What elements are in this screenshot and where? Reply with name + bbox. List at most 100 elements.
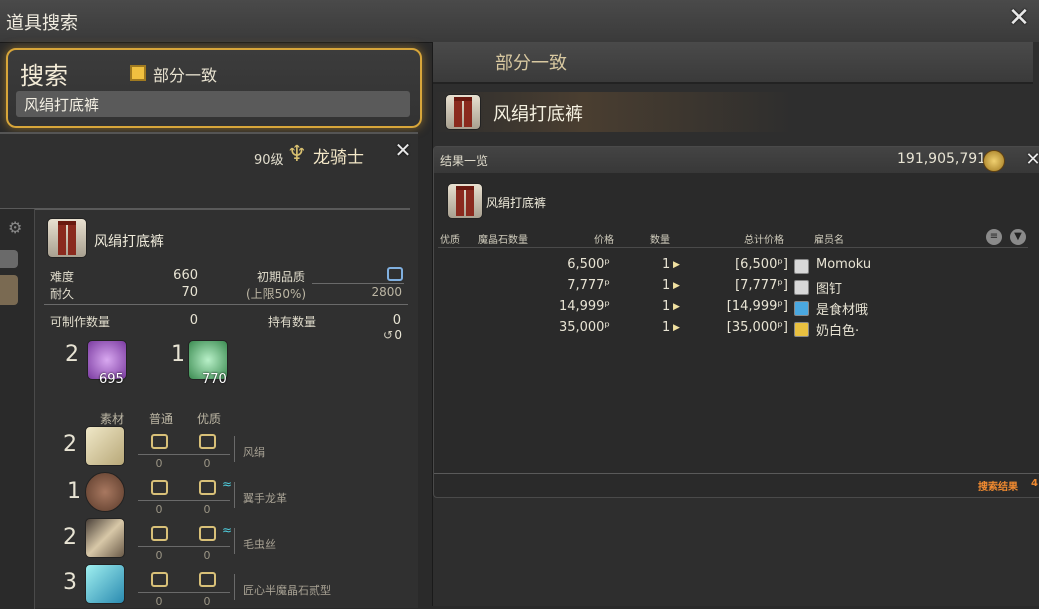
durability-label: 耐久 (50, 287, 75, 301)
play-icon: ▶ (673, 281, 680, 291)
nq-checkbox[interactable] (151, 480, 168, 495)
mat-need: 3 (63, 570, 77, 595)
hq-header: 优质 (197, 412, 222, 426)
market-item-name: 风绢打底裤 (493, 104, 583, 125)
close-icon[interactable]: ✕ (390, 138, 416, 164)
materia-icon[interactable] (85, 564, 125, 604)
nq-count: 0 (155, 503, 163, 516)
retainer-class-icon (794, 301, 809, 316)
listing-row[interactable]: 14,999ᵖ 1 ▶ [14,999ᵖ] 是食材哦 (434, 299, 1034, 320)
sidebar-tab[interactable] (0, 250, 18, 268)
hq-marker-icon: ≈ (222, 477, 233, 491)
search-panel: 搜索 部分一致 风绢打底裤 (6, 48, 422, 128)
gear-icon[interactable]: ⚙ (8, 218, 22, 237)
play-icon: ▶ (673, 302, 680, 312)
market-header: 部分一致 (433, 42, 1033, 84)
listing-qty: 1 (662, 320, 671, 335)
listing-row[interactable]: 7,777ᵖ 1 ▶ [7,777ᵖ] 图钉 (434, 278, 1034, 299)
craftable-label: 可制作数量 (50, 315, 111, 329)
listing-qty: 1 (662, 299, 671, 314)
results-header: 结果一览 191,905,791 ✕ (434, 147, 1039, 173)
mat-name: 风绢 (243, 446, 265, 459)
hq-checkbox[interactable] (199, 480, 216, 495)
sort-icon[interactable]: ≡ (986, 229, 1002, 245)
hq-checkbox[interactable] (199, 572, 216, 587)
owned-label: 持有数量 (268, 315, 317, 329)
job-name: 龙骑士 (313, 148, 364, 168)
wyvern-leather-icon[interactable] (85, 472, 125, 512)
owned-value: 0 (392, 313, 401, 328)
listing-retainer: Momoku (816, 257, 872, 272)
search-input[interactable]: 风绢打底裤 (16, 91, 410, 117)
listing-row[interactable]: 6,500ᵖ 1 ▶ [6,500ᵖ] Momoku (434, 257, 1034, 278)
nq-count: 0 (155, 595, 163, 608)
listing-price: 6,500ᵖ (567, 257, 610, 272)
close-icon[interactable]: ✕ (1006, 5, 1032, 32)
col-materia[interactable]: 魔晶石数量 (478, 231, 528, 246)
item-icon (447, 183, 483, 219)
mat-separator (234, 436, 235, 462)
partial-match-checkbox[interactable] (130, 65, 146, 81)
header-divider (438, 247, 1028, 248)
listing-qty: 1 (662, 278, 671, 293)
item-icon (47, 218, 87, 258)
mat-underline (138, 454, 230, 455)
quality-cap-value: 2800 (371, 285, 402, 299)
dragoon-job-icon: ♆ (287, 142, 307, 167)
durability-value: 70 (181, 285, 198, 300)
col-qty[interactable]: 数量 (650, 231, 670, 246)
craftable-value: 0 (189, 313, 198, 328)
silk-thread-icon[interactable] (85, 518, 125, 558)
crystal-have: 695 (99, 372, 124, 387)
stats-divider (44, 304, 408, 305)
job-level: 90级 (254, 153, 284, 168)
listing-retainer: 是食材哦 (816, 303, 869, 318)
mat-need: 1 (67, 479, 81, 504)
quality-input[interactable] (387, 267, 403, 281)
search-results-label: 搜索结果 (978, 482, 1018, 493)
hq-checkbox[interactable] (199, 526, 216, 541)
crafting-sidebar (0, 209, 35, 609)
mat-underline (138, 592, 230, 593)
col-total[interactable]: 总计价格 (744, 231, 784, 246)
listing-row[interactable]: 35,000ᵖ 1 ▶ [35,000ᵖ] 奶白色· (434, 320, 1034, 341)
nq-checkbox[interactable] (151, 434, 168, 449)
col-hq[interactable]: 优质 (440, 231, 460, 246)
nq-checkbox[interactable] (151, 526, 168, 541)
col-price[interactable]: 价格 (594, 231, 614, 246)
hq-count: 0 (203, 549, 211, 562)
gil-coin-icon (983, 150, 1005, 172)
crystal-need: 2 (65, 342, 79, 367)
crafting-log-panel: 90级 ♆ 龙骑士 ✕ ⚙ 风绢打底裤 难度 660 耐久 70 初期品质 (上… (0, 132, 418, 609)
sidebar-tab-active[interactable] (0, 275, 18, 305)
listing-total: [14,999ᵖ] (726, 299, 788, 314)
listing-price: 14,999ᵖ (558, 299, 610, 314)
retainer-class-icon (794, 259, 809, 274)
hq-marker-icon: ≈ (222, 523, 233, 537)
nq-checkbox[interactable] (151, 572, 168, 587)
col-retainer[interactable]: 雇员名 (814, 231, 844, 246)
market-item-row[interactable]: 风绢打底裤 (433, 92, 1033, 132)
partial-match-label: 部分一致 (153, 66, 218, 85)
owned-sub-value: 0 (394, 328, 402, 342)
hq-count: 0 (203, 595, 211, 608)
mat-separator (234, 574, 235, 600)
listing-retainer: 图钉 (816, 282, 843, 297)
retainer-class-icon (794, 280, 809, 295)
close-icon[interactable]: ✕ (1020, 148, 1039, 174)
filter-icon[interactable]: ▼ (1010, 229, 1026, 245)
crystal-need: 1 (171, 342, 185, 367)
listing-total: [7,777ᵖ] (735, 278, 788, 293)
mat-name: 翼手龙革 (243, 492, 287, 505)
quality-underline (312, 283, 404, 284)
results-item-name: 风绢打底裤 (486, 196, 547, 210)
hq-checkbox[interactable] (199, 434, 216, 449)
mat-need: 2 (63, 525, 77, 550)
panel-divider (0, 208, 410, 210)
results-footer-divider (434, 473, 1039, 474)
difficulty-value: 660 (173, 268, 198, 283)
wind-silk-icon[interactable] (85, 426, 125, 466)
results-title: 结果一览 (440, 154, 489, 168)
mat-name: 匠心半魔晶石贰型 (243, 584, 331, 597)
search-input-value: 风绢打底裤 (24, 96, 100, 114)
